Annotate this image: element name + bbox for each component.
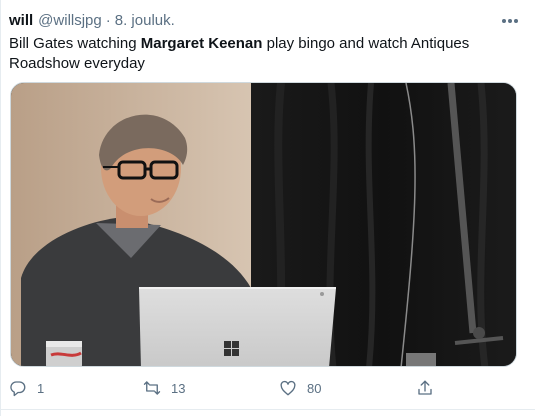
more-icon[interactable]	[499, 12, 521, 30]
tweet-date[interactable]: 8. jouluk.	[115, 11, 175, 31]
retweet-icon	[143, 381, 161, 395]
author-handle[interactable]: @willsjpg	[38, 11, 102, 31]
tweet-header: will @willsjpg · 8. jouluk.	[9, 10, 175, 32]
tweet[interactable]: will @willsjpg · 8. jouluk. Bill Gates w…	[0, 0, 535, 416]
like-count: 80	[307, 380, 322, 396]
photo-illustration	[11, 83, 516, 366]
reply-count: 1	[37, 380, 45, 396]
like-icon	[280, 380, 296, 396]
like-button[interactable]: 80	[279, 376, 321, 400]
reply-button[interactable]: 1	[9, 376, 44, 400]
share-button[interactable]	[416, 376, 434, 400]
retweet-button[interactable]: 13	[143, 376, 185, 400]
tweet-actions: 1 13 80	[9, 376, 529, 400]
reply-icon	[10, 381, 26, 397]
author-name[interactable]: will	[9, 11, 33, 31]
tweet-photo[interactable]	[10, 82, 517, 367]
mention-margaret-keenan[interactable]: Margaret Keenan	[141, 35, 263, 52]
tweet-text-part1: Bill Gates watching	[9, 35, 141, 52]
retweet-count: 13	[171, 380, 186, 396]
tweet-divider	[1, 409, 535, 410]
separator-dot: ·	[105, 12, 111, 29]
tweet-text: Bill Gates watching Margaret Keenan play…	[9, 34, 514, 74]
share-icon	[418, 380, 432, 395]
